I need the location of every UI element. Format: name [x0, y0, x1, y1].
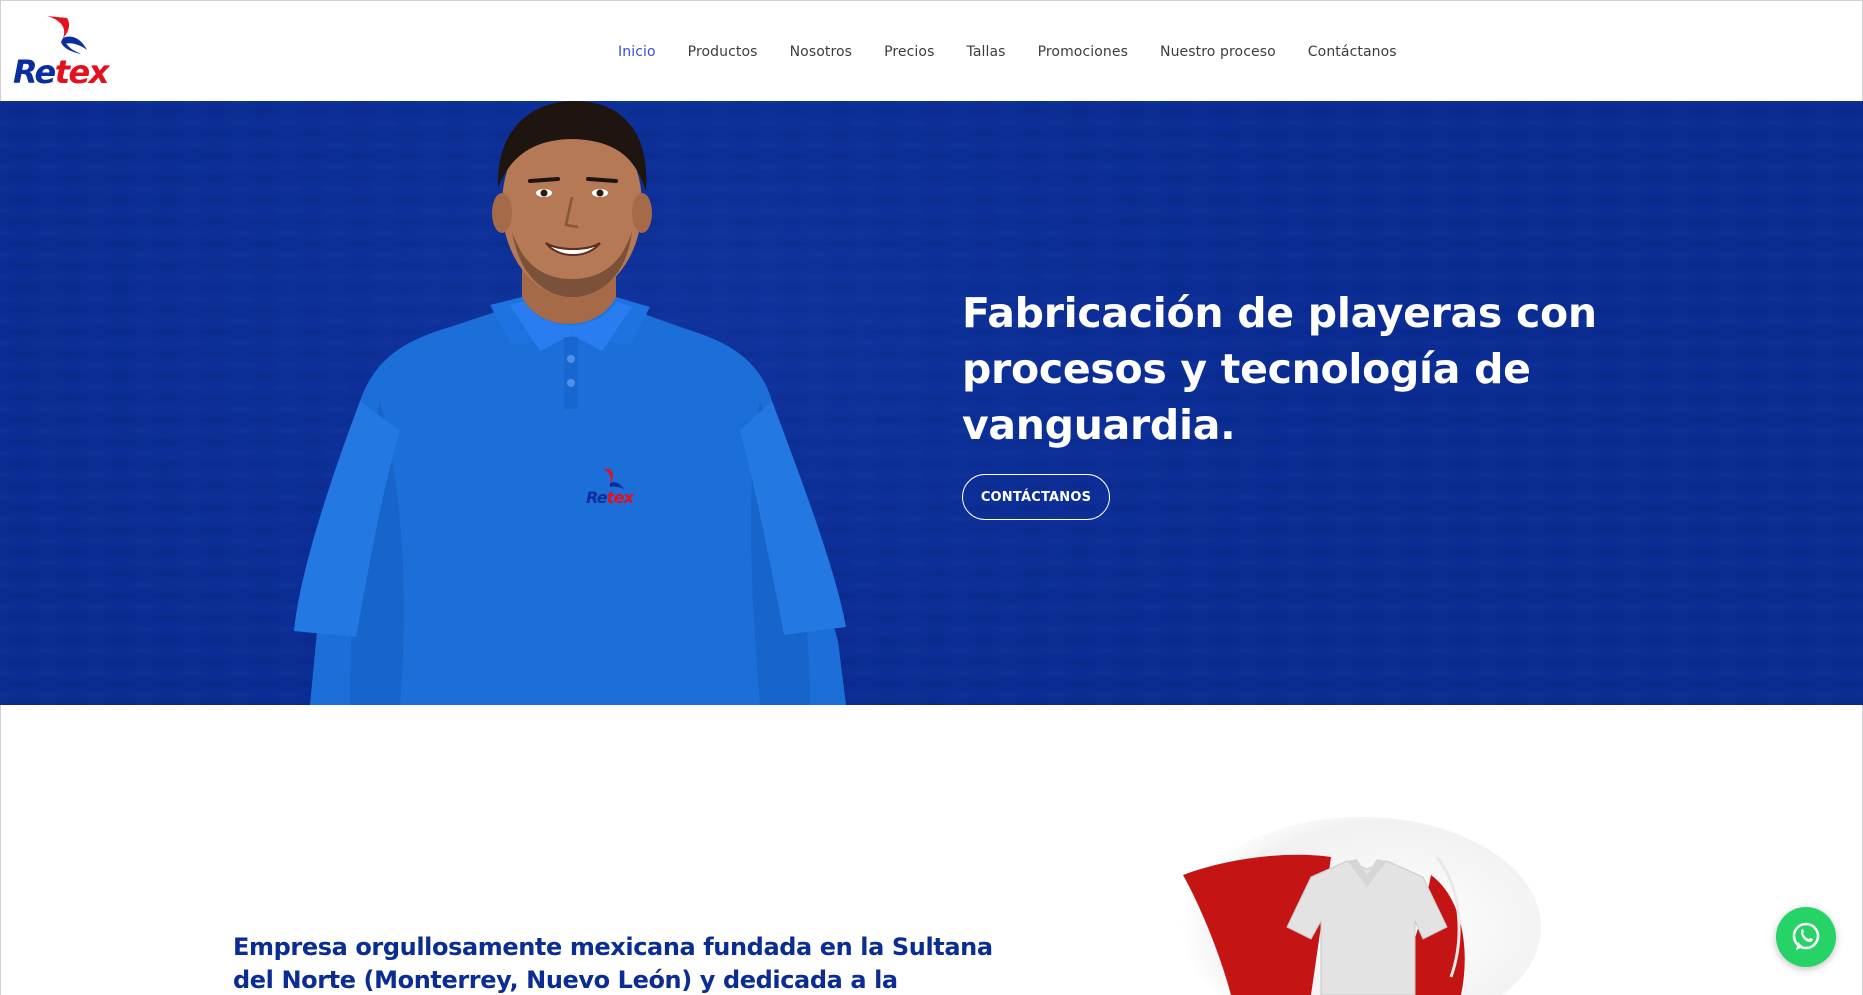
- about-intro-text: Empresa orgullosamente mexicana fundada …: [233, 933, 993, 994]
- whatsapp-icon: [1792, 922, 1820, 950]
- site-header: Retex Inicio Productos Nosotros Precios …: [0, 0, 1863, 101]
- logo-wordmark-tex: tex: [54, 53, 110, 91]
- red-ribbon-shirt-image: [1181, 817, 1541, 995]
- reitex-logo[interactable]: Retex: [13, 14, 117, 90]
- hero-banner: Retex Fabricación de playeras con proces…: [0, 101, 1863, 705]
- hero-person-image: Retex: [294, 101, 846, 705]
- svg-text:Retex: Retex: [586, 488, 635, 507]
- nav-item-nosotros[interactable]: Nosotros: [790, 44, 853, 60]
- nav-item-contactanos[interactable]: Contáctanos: [1308, 44, 1397, 60]
- about-section: Empresa orgullosamente mexicana fundada …: [0, 705, 1863, 995]
- nav-item-tallas[interactable]: Tallas: [966, 44, 1005, 60]
- logo-wordmark: Retex: [13, 53, 110, 91]
- nav-item-nuestro-proceso[interactable]: Nuestro proceso: [1160, 44, 1276, 60]
- hero-contact-button[interactable]: CONTÁCTANOS: [962, 474, 1110, 520]
- main-nav: Inicio Productos Nosotros Precios Tallas…: [618, 1, 1429, 102]
- nav-item-inicio[interactable]: Inicio: [618, 44, 656, 60]
- logo-wordmark-re: Re: [13, 53, 56, 91]
- nav-item-precios[interactable]: Precios: [884, 44, 934, 60]
- nav-item-productos[interactable]: Productos: [688, 44, 758, 60]
- shirt-logo-tex: tex: [607, 488, 635, 507]
- logo-swoosh-icon: [47, 16, 87, 54]
- shirt-logo-re: Re: [586, 488, 608, 507]
- whatsapp-chat-button[interactable]: [1776, 907, 1836, 967]
- nav-item-promociones[interactable]: Promociones: [1038, 44, 1128, 60]
- hero-heading: Fabricación de playeras con procesos y t…: [962, 289, 1597, 449]
